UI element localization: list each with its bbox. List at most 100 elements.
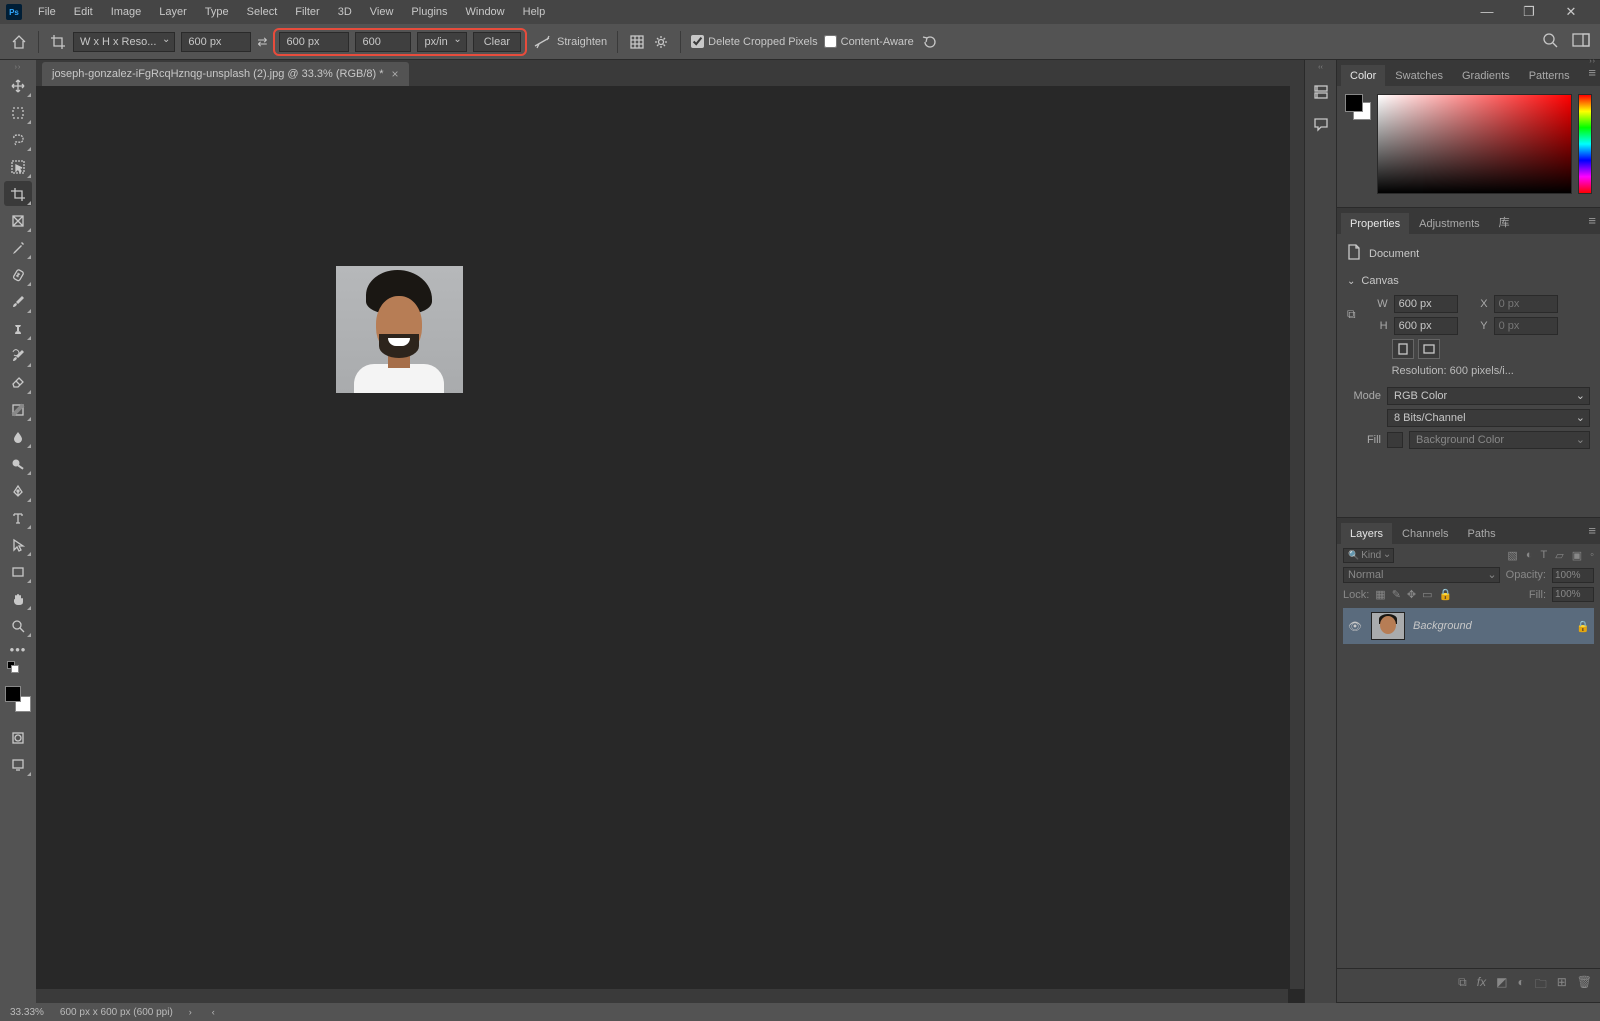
color-swatches[interactable] [4,685,32,713]
lock-pixels-icon[interactable]: ▦ [1375,588,1385,601]
canvas-y-input[interactable] [1494,317,1558,335]
blur-tool[interactable] [4,424,32,449]
crop-height-input[interactable] [279,32,349,52]
document-dimensions[interactable]: 600 px x 600 px (600 ppi) [60,1007,173,1018]
content-aware-checkbox[interactable]: Content-Aware [824,35,914,48]
menu-image[interactable]: Image [103,2,150,22]
lock-position-icon[interactable]: ✎ [1392,588,1401,601]
layer-fill-input[interactable] [1552,587,1594,602]
minimize-button[interactable]: — [1472,4,1502,20]
canvas-section-header[interactable]: Canvas [1347,275,1590,287]
status-more-icon[interactable]: › [189,1007,192,1017]
filter-smart-icon[interactable]: ▣ [1572,549,1582,562]
healing-brush-tool[interactable] [4,262,32,287]
crop-width-input[interactable] [181,32,251,52]
group-layers-icon[interactable]: 🗀 [1535,975,1547,996]
menu-layer[interactable]: Layer [151,2,195,22]
gradient-tool[interactable] [4,397,32,422]
document-tab[interactable]: joseph-gonzalez-iFgRcqHznqg-unsplash (2)… [42,62,409,86]
layer-thumbnail[interactable] [1371,612,1405,640]
crop-tool[interactable] [4,181,32,206]
opacity-input[interactable] [1552,568,1594,583]
fill-dropdown[interactable]: Background Color [1409,431,1590,449]
resolution-unit-dropdown[interactable]: px/in [417,32,466,52]
lasso-tool[interactable] [4,127,32,152]
clone-stamp-tool[interactable] [4,316,32,341]
panel-menu-icon[interactable]: ≡ [1588,213,1596,228]
zoom-level[interactable]: 33.33% [10,1007,44,1018]
tab-swatches[interactable]: Swatches [1386,65,1452,86]
horizontal-scrollbar[interactable] [36,989,1288,1003]
lock-artboard-icon[interactable]: ▭ [1422,588,1432,601]
tab-channels[interactable]: Channels [1393,523,1457,544]
tab-properties[interactable]: Properties [1341,213,1409,234]
rectangle-tool[interactable] [4,559,32,584]
pen-tool[interactable] [4,478,32,503]
close-button[interactable]: ✕ [1556,4,1586,20]
layer-name[interactable]: Background [1413,620,1472,632]
layer-visibility-icon[interactable]: 👁 [1347,620,1363,633]
layer-fx-icon[interactable]: fx [1477,975,1486,996]
overlay-grid-icon[interactable] [628,33,646,51]
canvas-height-input[interactable] [1394,317,1458,335]
menu-view[interactable]: View [362,2,402,22]
edit-toolbar-icon[interactable]: ••• [10,642,27,657]
menu-3d[interactable]: 3D [330,2,360,22]
zoom-tool[interactable] [4,613,32,638]
canvas-width-input[interactable] [1394,295,1458,313]
path-select-tool[interactable] [4,532,32,557]
lock-all-icon[interactable]: 🔒 [1439,588,1453,601]
layer-row[interactable]: 👁 Background 🔒 [1343,608,1594,644]
menu-select[interactable]: Select [239,2,286,22]
home-icon[interactable] [10,33,28,51]
color-mode-dropdown[interactable]: RGB Color [1387,387,1590,405]
layer-mask-icon[interactable]: ◩ [1496,975,1507,996]
toolbar-collapse-icon[interactable]: ›› [0,64,36,71]
crop-settings-icon[interactable] [652,33,670,51]
layer-filter-kind-dropdown[interactable]: Kind [1343,548,1394,563]
default-swatches-icon[interactable] [4,661,32,679]
workspace-switcher-icon[interactable] [1572,33,1590,50]
maximize-button[interactable]: ❐ [1514,4,1544,20]
brush-tool[interactable] [4,289,32,314]
tab-color[interactable]: Color [1341,65,1385,86]
crop-preset-dropdown[interactable]: W x H x Reso... [73,32,175,52]
eyedropper-tool[interactable] [4,235,32,260]
portrait-orientation-button[interactable] [1392,339,1414,359]
menu-edit[interactable]: Edit [66,2,101,22]
bit-depth-dropdown[interactable]: 8 Bits/Channel [1387,409,1590,427]
history-brush-tool[interactable] [4,343,32,368]
filter-toggle-icon[interactable]: ◦ [1590,549,1594,562]
crop-resolution-input[interactable] [355,32,411,52]
delete-layer-icon[interactable]: 🗑 [1577,975,1592,996]
landscape-orientation-button[interactable] [1418,339,1440,359]
link-dimensions-icon[interactable]: ⧉ [1347,307,1356,322]
clear-button[interactable]: Clear [473,32,521,52]
tab-patterns[interactable]: Patterns [1520,65,1579,86]
canvas-stage[interactable] [36,86,1304,1003]
menu-type[interactable]: Type [197,2,237,22]
color-panel-swatches[interactable] [1345,94,1371,120]
move-tool[interactable] [4,73,32,98]
type-tool[interactable] [4,505,32,530]
crop-tool-icon[interactable] [49,33,67,51]
link-layers-icon[interactable]: ⧉ [1458,975,1467,996]
eraser-tool[interactable] [4,370,32,395]
canvas-x-input[interactable] [1494,295,1558,313]
frame-tool[interactable] [4,208,32,233]
search-icon[interactable] [1542,32,1558,51]
layer-locked-icon[interactable]: 🔒 [1576,620,1590,633]
straighten-icon[interactable] [533,33,551,51]
screenmode-icon[interactable] [4,752,32,777]
fill-swatch[interactable] [1387,432,1403,448]
reset-crop-icon[interactable] [920,33,938,51]
marquee-tool[interactable] [4,100,32,125]
adjustment-layer-icon[interactable]: ◐ [1517,975,1524,996]
tab-layers[interactable]: Layers [1341,523,1392,544]
comments-panel-icon[interactable] [1310,113,1332,135]
vertical-scrollbar[interactable] [1290,86,1304,989]
new-layer-icon[interactable]: ⊞ [1557,975,1567,996]
hue-slider[interactable] [1578,94,1592,194]
delete-cropped-checkbox[interactable]: Delete Cropped Pixels [691,35,817,48]
blend-mode-dropdown[interactable]: Normal [1343,567,1500,583]
